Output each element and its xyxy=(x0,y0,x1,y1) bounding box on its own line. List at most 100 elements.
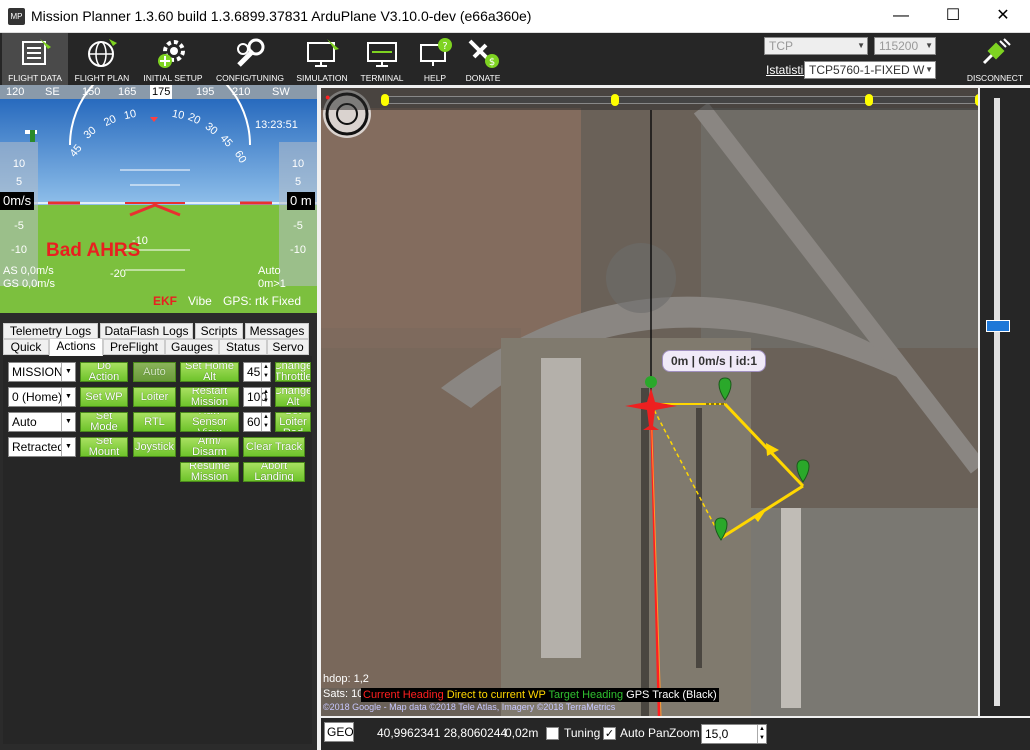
legend-target-heading: Target Heading xyxy=(548,689,624,701)
donate-label: DONATE xyxy=(465,73,501,83)
pitch-mark: -20 xyxy=(110,268,126,280)
timeline-marker-icon[interactable] xyxy=(865,94,873,106)
coordinate-readout: 40,9962341 28,8060244 xyxy=(377,726,508,740)
slider-thumb[interactable] xyxy=(986,320,1010,332)
actions-panel: MISSION ▼ 0 (Home) ▼ Auto ▼ Retracted ▼ Do A… xyxy=(3,356,312,744)
window-title: Mission Planner 1.3.60 build 1.3.6899.37… xyxy=(31,8,532,24)
tuning-checkbox[interactable] xyxy=(546,727,559,740)
arm-disarm-button[interactable]: Arm/ Disarm xyxy=(180,437,239,457)
tab-telemetry-logs[interactable]: Telemetry Logs xyxy=(3,323,98,339)
close-button[interactable]: ✕ xyxy=(980,0,1026,32)
spinner-icon[interactable]: ▲ ▼ xyxy=(261,363,270,381)
autopan-checkbox[interactable]: ✓ xyxy=(603,727,616,740)
stats-link[interactable]: Istatistik xyxy=(766,63,809,77)
spinner-icon[interactable]: ▲ ▼ xyxy=(261,413,270,431)
monitor-plane-icon xyxy=(307,39,339,67)
alt-tick: 5 xyxy=(294,176,302,188)
timeline-track[interactable] xyxy=(383,96,978,104)
tab-actions[interactable]: Actions xyxy=(49,338,103,356)
set-mode-button[interactable]: Set Mode xyxy=(80,412,128,432)
change-alt-button[interactable]: Change Alt xyxy=(275,387,311,407)
help-button[interactable]: ? HELP xyxy=(410,33,460,85)
slider-track[interactable] xyxy=(994,98,1000,706)
initial-setup-button[interactable]: INITIAL SETUP xyxy=(136,33,210,85)
joystick-button[interactable]: Joystick xyxy=(133,437,176,457)
help-label: HELP xyxy=(423,73,447,83)
tab-gauges[interactable]: Gauges xyxy=(165,339,219,355)
tab-preflight[interactable]: PreFlight xyxy=(103,339,165,355)
waypoint-select-value: 0 (Home) xyxy=(12,390,63,404)
mode-select[interactable]: Auto ▼ xyxy=(8,412,76,432)
loiter-radius-input[interactable]: 60 ▲ ▼ xyxy=(243,412,271,432)
do-action-button[interactable]: Do Action xyxy=(80,362,128,382)
mode-select-value: Auto xyxy=(12,415,37,429)
initial-setup-label: INITIAL SETUP xyxy=(143,73,203,83)
tab-status[interactable]: Status xyxy=(219,339,267,355)
map-legend: Current Heading Direct to current WP Tar… xyxy=(361,688,719,702)
roll-mark: 10 xyxy=(170,107,186,123)
map-view[interactable]: ● 0m | 0m/s | id:1 hdop: 1,2 Sats: 10 Cu… xyxy=(321,88,978,716)
mount-select-value: Retracted xyxy=(12,440,65,454)
coord-mode-select[interactable]: GEO xyxy=(324,722,354,742)
link-select[interactable]: TCP5760-1-FIXED W ▼ xyxy=(804,61,936,79)
minimize-button[interactable]: — xyxy=(878,0,924,32)
alt-input[interactable]: 100 ▲ ▼ xyxy=(243,387,271,407)
loiter-radius-value: 60 xyxy=(247,415,261,429)
clear-track-button[interactable]: Clear Track xyxy=(243,437,305,457)
config-tuning-button[interactable]: CONFIG/TUNING xyxy=(210,33,290,85)
abort-landing-button[interactable]: Abort Landing xyxy=(243,462,305,482)
connection-panel: TCP ▼ 115200 ▼ Istatistik TCP5760-1-FIXED … xyxy=(760,33,1030,85)
tab-servo[interactable]: Servo xyxy=(267,339,309,355)
resume-mission-button[interactable]: Resume Mission xyxy=(180,462,239,482)
legend-gps-track: GPS Track (Black) xyxy=(626,689,717,701)
chevron-down-icon: ▼ xyxy=(61,438,75,456)
loiter-button[interactable]: Loiter xyxy=(133,387,176,407)
satellite-map xyxy=(321,88,978,716)
set-home-alt-button[interactable]: Set Home Alt xyxy=(180,362,239,382)
bad-ahrs-warning: Bad AHRS xyxy=(46,240,141,261)
mount-select[interactable]: Retracted ▼ xyxy=(8,437,76,457)
speed-tick: 5 xyxy=(15,176,23,188)
change-throttle-button[interactable]: Change Throttle xyxy=(275,362,311,382)
donate-button[interactable]: $ DONATE xyxy=(460,33,506,85)
alt-tick: -10 xyxy=(290,244,306,256)
set-wp-button[interactable]: Set WP xyxy=(80,387,128,407)
groundspeed-text: GS 0,0m/s xyxy=(3,278,55,290)
spinner-icon[interactable]: ▲ ▼ xyxy=(261,388,270,406)
tab-dataflash-logs[interactable]: DataFlash Logs xyxy=(100,323,193,339)
baud-value: 115200 xyxy=(879,39,919,53)
zoom-label: Zoom xyxy=(669,726,700,740)
set-mount-button[interactable]: Set Mount xyxy=(80,437,128,457)
auto-button[interactable]: Auto xyxy=(133,362,176,382)
terminal-button[interactable]: TERMINAL xyxy=(354,33,410,85)
rtl-button[interactable]: RTL xyxy=(133,412,176,432)
svg-text:?: ? xyxy=(442,41,447,52)
spinner-icon[interactable]: ▲ ▼ xyxy=(757,725,766,743)
waypoint-select[interactable]: 0 (Home) ▼ xyxy=(8,387,76,407)
timeline-marker-icon[interactable] xyxy=(611,94,619,106)
tab-scripts[interactable]: Scripts xyxy=(195,323,243,339)
flight-plan-button[interactable]: FLIGHT PLAN xyxy=(68,33,136,85)
restart-mission-button[interactable]: Restart Mission xyxy=(180,387,239,407)
tab-quick[interactable]: Quick xyxy=(3,339,49,355)
timeline-marker-icon[interactable] xyxy=(381,94,389,106)
tab-messages[interactable]: Messages xyxy=(245,323,309,339)
baud-select[interactable]: 115200 ▼ xyxy=(874,37,936,55)
config-tuning-label: CONFIG/TUNING xyxy=(216,73,284,83)
raw-sensor-view-button[interactable]: Raw Sensor View xyxy=(180,412,239,432)
vibe-indicator[interactable]: Vibe xyxy=(188,294,212,308)
plane-dollar-icon: $ xyxy=(468,39,499,68)
disconnect-button[interactable]: DISCONNECT xyxy=(960,33,1030,85)
port-select[interactable]: TCP ▼ xyxy=(764,37,868,55)
maximize-button[interactable]: ☐ xyxy=(930,0,976,32)
flight-data-button[interactable]: FLIGHT DATA xyxy=(2,33,68,85)
mission-select[interactable]: MISSION ▼ xyxy=(8,362,76,382)
zoom-input[interactable]: 15,0 ▲ ▼ xyxy=(701,724,767,744)
ekf-indicator[interactable]: EKF xyxy=(153,294,177,308)
throttle-input[interactable]: 45 ▲ ▼ xyxy=(243,362,271,382)
waypoint-popup: 0m | 0m/s | id:1 xyxy=(662,350,767,372)
set-loiter-rad-button[interactable]: Set Loiter Rad xyxy=(275,412,311,432)
airspeed-text: AS 0,0m/s xyxy=(3,265,54,277)
timeline-marker-icon[interactable] xyxy=(975,94,978,106)
simulation-button[interactable]: SIMULATION xyxy=(290,33,354,85)
